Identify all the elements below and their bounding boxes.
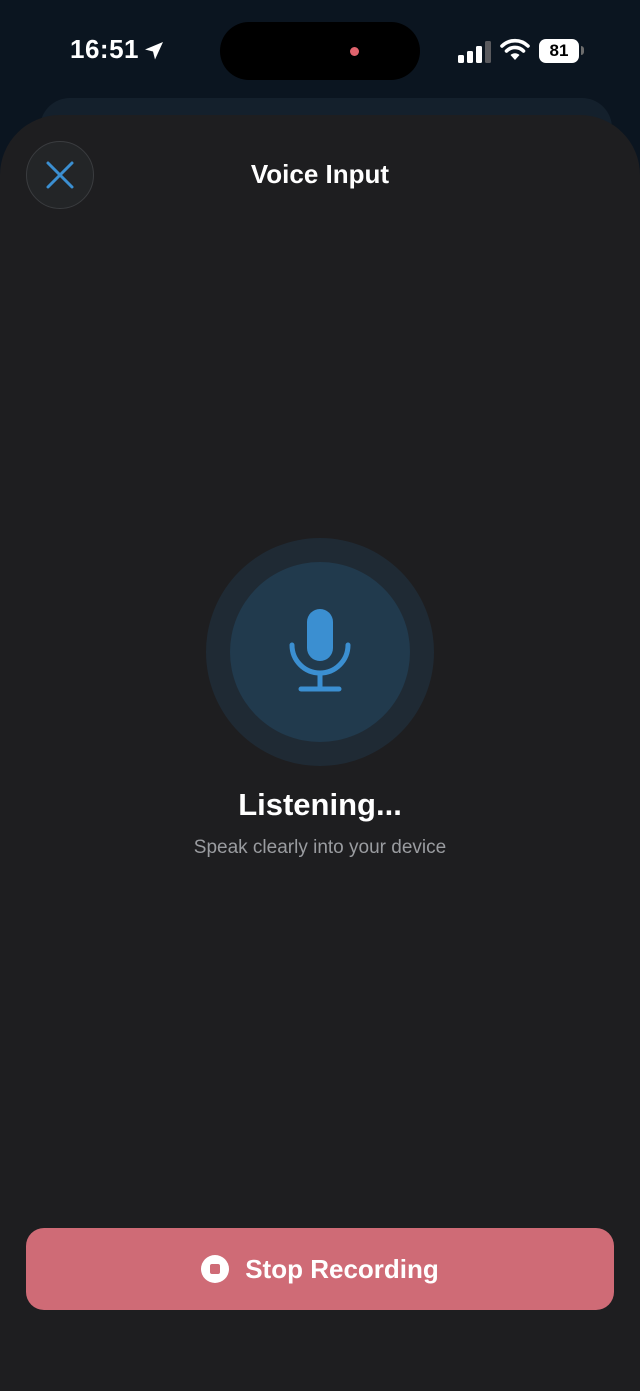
listening-status-title: Listening... [238, 787, 402, 822]
battery-indicator: 81 [539, 39, 579, 63]
battery-cap [581, 46, 584, 55]
stop-circle-icon [201, 1255, 230, 1283]
recording-indicator-dot [350, 47, 359, 56]
location-arrow-icon [145, 42, 163, 60]
voice-input-sheet: Voice Input Listening... Speak clearly i… [0, 115, 640, 1391]
sheet-title: Voice Input [250, 159, 390, 189]
listening-status-subtitle: Speak clearly into your device [193, 837, 447, 858]
stop-recording-button[interactable]: Stop Recording [26, 1228, 614, 1310]
microphone-circle [230, 562, 410, 742]
screen: 16:51 81 Voice Input Listening... Speak … [0, 0, 640, 1391]
microphone-pulse-ring [206, 538, 434, 766]
stop-recording-label: Stop Recording [245, 1253, 439, 1284]
status-time: 16:51 [70, 34, 139, 64]
wifi-icon [500, 38, 530, 60]
dynamic-island [220, 22, 420, 80]
cellular-signal-icon [458, 41, 491, 63]
microphone-icon [289, 609, 351, 692]
status-bar: 16:51 81 [0, 0, 640, 100]
